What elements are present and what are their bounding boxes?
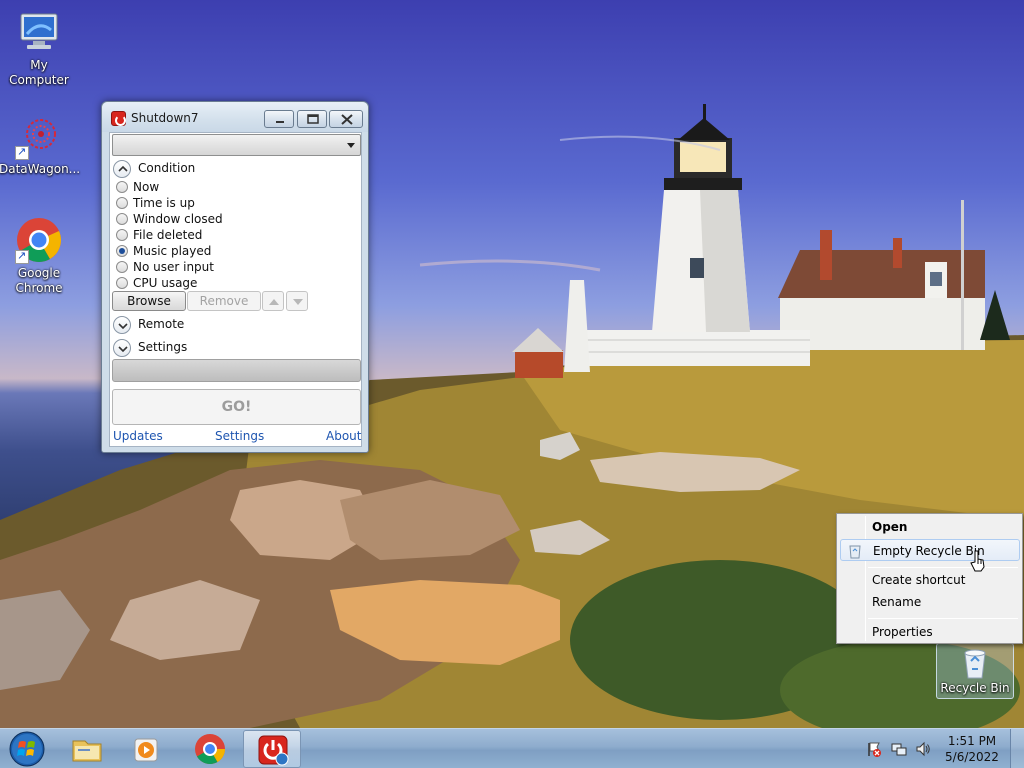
recycle-bin-small-icon — [847, 543, 863, 562]
radio-button[interactable] — [116, 229, 128, 241]
desktop-icon-datawagon[interactable]: DataWagon... — [0, 112, 81, 177]
clock-time: 1:51 PM — [947, 734, 997, 748]
window-title: Shutdown7 — [131, 111, 199, 125]
taskbar-chrome[interactable] — [181, 730, 239, 768]
minimize-icon — [276, 121, 284, 123]
mouse-cursor-hand-icon — [970, 550, 985, 572]
updates-link[interactable]: Updates — [113, 429, 163, 443]
desktop-icon-recycle-bin[interactable]: Recycle Bin — [936, 643, 1014, 699]
taskbar-shutdown7[interactable] — [243, 730, 301, 768]
close-button[interactable] — [329, 110, 363, 128]
radio-label: File deleted — [133, 228, 203, 242]
window-titlebar[interactable]: Shutdown7 — [102, 102, 368, 132]
start-button[interactable] — [4, 730, 50, 768]
shutdown7-window[interactable]: Shutdown7 Condition Now Time is up Windo… — [101, 101, 369, 453]
desktop-icon-label: DataWagon... — [0, 162, 81, 176]
expand-chevron-down-icon[interactable] — [113, 316, 131, 334]
radio-button[interactable] — [116, 213, 128, 225]
recycle-bin-context-menu: Open Empty Recycle Bin Create shortcut R… — [836, 513, 1023, 644]
arrow-up-icon — [269, 299, 279, 305]
my-computer-icon — [15, 8, 63, 56]
network-icon[interactable] — [891, 741, 907, 757]
desktop-icon-label: Google Chrome — [15, 266, 63, 295]
shutdown7-app-icon — [111, 111, 126, 126]
menu-item-label: Empty Recycle Bin — [873, 544, 985, 558]
desktop-icon-my-computer[interactable]: My Computer — [0, 8, 79, 88]
radio-label: CPU usage — [133, 276, 198, 290]
profile-combobox[interactable] — [112, 134, 361, 156]
expand-chevron-down-icon[interactable] — [113, 339, 131, 357]
radio-button[interactable] — [116, 197, 128, 209]
windows-explorer-icon — [72, 740, 102, 762]
menu-item-label: Create shortcut — [872, 573, 966, 587]
windows-orb-icon — [9, 731, 45, 767]
radio-button[interactable] — [116, 277, 128, 289]
taskbar-media-player[interactable] — [118, 730, 176, 768]
volume-icon[interactable] — [915, 741, 931, 757]
go-button[interactable]: GO! — [112, 389, 361, 425]
radio-button[interactable] — [116, 261, 128, 273]
desktop-icon-label: Recycle Bin — [940, 681, 1010, 695]
radio-label: Music played — [133, 244, 212, 258]
radio-label: Time is up — [133, 196, 195, 210]
radio-label: Now — [133, 180, 160, 194]
recycle-bin-icon — [958, 647, 992, 679]
menu-separator — [868, 618, 1018, 619]
section-remote-label: Remote — [138, 317, 185, 331]
desktop-icon-google-chrome[interactable]: Google Chrome — [0, 216, 79, 296]
about-link[interactable]: About — [326, 429, 361, 443]
window-client-area: Condition Now Time is up Window closed F… — [109, 132, 362, 447]
minimize-button[interactable] — [264, 110, 294, 128]
radio-label: Window closed — [133, 212, 223, 226]
menu-item-empty-recycle-bin[interactable]: Empty Recycle Bin — [840, 539, 1020, 561]
menu-item-create-shortcut[interactable]: Create shortcut — [840, 569, 1020, 591]
radio-label: No user input — [133, 260, 214, 274]
menu-item-rename[interactable]: Rename — [840, 591, 1020, 613]
close-icon — [341, 114, 353, 125]
section-settings-label: Settings — [138, 340, 188, 354]
menu-item-label: Rename — [872, 595, 922, 609]
maximize-icon — [307, 114, 319, 124]
google-chrome-icon — [15, 216, 63, 264]
menu-item-label: Properties — [872, 625, 933, 639]
radio-button-checked[interactable] — [116, 245, 128, 257]
remove-button[interactable]: Remove — [187, 291, 261, 311]
arrow-down-icon — [293, 299, 303, 305]
maximize-button[interactable] — [297, 110, 327, 128]
shortcut-arrow-icon — [15, 144, 29, 160]
chrome-icon — [195, 734, 225, 765]
desktop-icon-label: My Computer — [9, 58, 69, 87]
datawagon-icon — [15, 112, 63, 160]
taskbar-clock[interactable]: 1:51 PM 5/6/2022 — [940, 733, 1004, 765]
collapse-chevron-up-icon[interactable] — [113, 160, 131, 178]
action-center-icon[interactable] — [866, 741, 882, 757]
move-up-button[interactable] — [262, 291, 284, 311]
taskbar: 1:51 PM 5/6/2022 — [0, 728, 1024, 768]
progress-bar — [112, 359, 361, 382]
show-desktop-button[interactable] — [1010, 729, 1024, 768]
shortcut-arrow-icon — [15, 248, 29, 264]
menu-separator — [868, 567, 1018, 568]
radio-button[interactable] — [116, 181, 128, 193]
menu-item-properties[interactable]: Properties — [840, 621, 1020, 643]
move-down-button[interactable] — [286, 291, 308, 311]
taskbar-windows-explorer[interactable] — [58, 730, 116, 768]
menu-item-label: Open — [872, 520, 908, 534]
chevron-down-icon[interactable] — [347, 143, 355, 148]
menu-item-open[interactable]: Open — [840, 516, 1020, 538]
section-condition-label: Condition — [138, 161, 196, 175]
browse-button[interactable]: Browse — [112, 291, 186, 311]
settings-link[interactable]: Settings — [215, 429, 264, 443]
shutdown7-icon — [258, 735, 289, 766]
clock-date: 5/6/2022 — [945, 750, 999, 764]
media-player-icon — [134, 738, 158, 762]
